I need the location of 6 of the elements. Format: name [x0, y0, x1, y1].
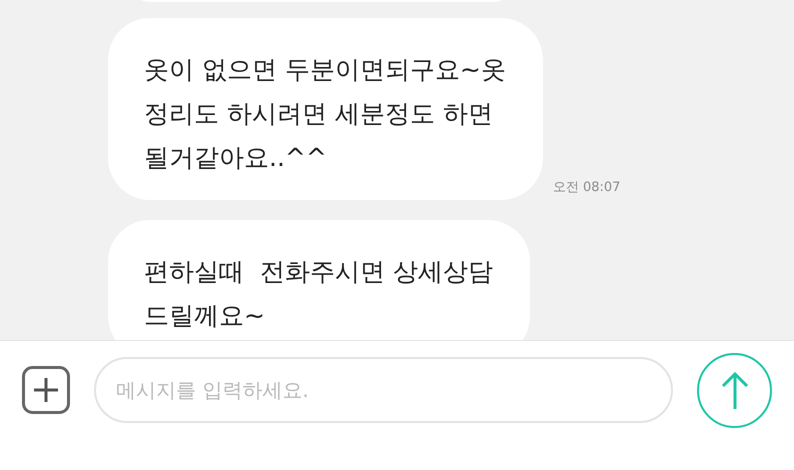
arrow-up-icon: [720, 370, 750, 410]
message-time: 오전 08:07: [552, 179, 620, 196]
message-bubble: 편하실때 전화주시면 상세상담 드릴께요~: [108, 220, 530, 340]
message-input-field[interactable]: 메시지를 입력하세요.: [94, 357, 673, 423]
message-bubble: 옷이 없으면 두분이면되구요~옷 정리도 하시려면 세분정도 하면 될거같아요..^^: [108, 18, 543, 200]
add-icon[interactable]: [22, 366, 70, 414]
